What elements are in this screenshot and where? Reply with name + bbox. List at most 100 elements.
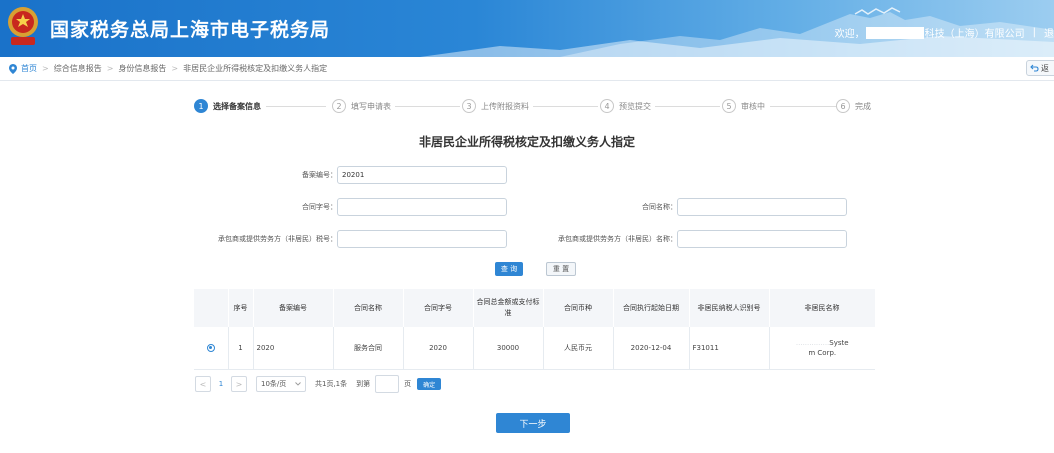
company-name: 科技（上海）有限公司 xyxy=(924,29,1025,40)
goto-label: 到第 xyxy=(356,380,371,388)
back-button[interactable]: 返 xyxy=(1026,60,1054,76)
step-label: 预览提交 xyxy=(619,101,651,111)
page-summary: 共1页,1条 xyxy=(315,380,348,388)
column-header: 备案编号 xyxy=(253,289,334,327)
obscured-name-text: ............... xyxy=(795,338,830,347)
step-label: 上传附报资料 xyxy=(481,101,529,111)
step-connector xyxy=(266,106,326,107)
step-label: 审核中 xyxy=(741,101,765,111)
breadcrumb: 首页 > 综合信息报告 > 身份信息报告 > 非居民企业所得税核定及扣缴义务人指… xyxy=(0,57,1054,81)
step-label: 完成 xyxy=(855,101,871,111)
header-separator: | xyxy=(1032,27,1036,38)
column-header: 合同执行起始日期 xyxy=(613,289,690,327)
prev-page-button[interactable]: < xyxy=(195,376,211,392)
progress-steps: 1 选择备案信息 2 填写申请表 3 上传附报资料 4 预览提交 5 审核中 6… xyxy=(194,99,875,115)
step-connector xyxy=(654,106,720,107)
provider-tax-id-input[interactable] xyxy=(337,230,507,248)
column-header: 非居民纳税人识别号 xyxy=(689,289,770,327)
table-cell: 2020 xyxy=(253,327,334,370)
step-6: 6 完成 xyxy=(836,99,875,113)
table-cell: 人民币元 xyxy=(543,327,614,370)
step-4: 4 预览提交 xyxy=(600,99,655,113)
step-number: 5 xyxy=(722,99,736,113)
step-1: 1 选择备案信息 xyxy=(194,99,265,113)
record-no-row: 备案编号： xyxy=(200,166,507,184)
page-size-value: 10条/页 xyxy=(261,380,287,388)
breadcrumb-separator-icon: > xyxy=(106,64,114,73)
table-row[interactable]: 1 2020 服务合同 2020 30000 人民币元 2020-12-04 F… xyxy=(194,327,875,370)
table-cell: 30000 xyxy=(473,327,544,370)
next-page-button[interactable]: > xyxy=(231,376,247,392)
site-header: 国家税务总局上海市电子税务局 欢迎， 科技（上海）有限公司 | 退 xyxy=(0,0,1054,57)
current-page-number[interactable]: 1 xyxy=(211,380,231,388)
table-cell: 1 xyxy=(228,327,254,370)
site-title: 国家税务总局上海市电子税务局 xyxy=(50,19,331,41)
provider-name-row: 承包商或提供劳务方（非居民）名称： xyxy=(540,230,847,248)
step-2: 2 填写申请表 xyxy=(332,99,395,113)
step-connector xyxy=(394,106,460,107)
column-header-select xyxy=(194,289,229,327)
step-number: 4 xyxy=(600,99,614,113)
column-header: 非居民名称 xyxy=(769,289,876,327)
table-cell: 服务合同 xyxy=(333,327,404,370)
contract-name-row: 合同名称： xyxy=(540,198,847,216)
record-table: 序号 备案编号 合同名称 合同字号 合同总金额或支付标准 合同币种 合同执行起始… xyxy=(194,289,876,370)
column-header: 合同名称 xyxy=(333,289,404,327)
location-pin-icon xyxy=(9,63,17,74)
welcome-prefix: 欢迎， xyxy=(834,29,865,40)
step-connector xyxy=(532,106,598,107)
chevron-down-icon xyxy=(295,382,301,386)
breadcrumb-item[interactable]: 身份信息报告 xyxy=(118,63,166,74)
step-number: 3 xyxy=(462,99,476,113)
table-cell: 2020-12-04 xyxy=(613,327,690,370)
back-button-label: 返 xyxy=(1041,63,1049,73)
column-header: 序号 xyxy=(228,289,254,327)
step-5: 5 审核中 xyxy=(722,99,769,113)
record-no-input[interactable] xyxy=(337,166,507,184)
column-header: 合同总金额或支付标准 xyxy=(473,289,544,327)
step-label: 填写申请表 xyxy=(351,101,391,111)
contract-no-label: 合同字号： xyxy=(302,203,337,211)
table-cell-nonresident-name: ...............Syste m Corp. xyxy=(769,327,875,370)
breadcrumb-separator-icon: > xyxy=(42,64,49,73)
reset-button[interactable]: 重 置 xyxy=(546,262,576,276)
query-button[interactable]: 查 询 xyxy=(495,262,523,276)
page-size-select[interactable]: 10条/页 xyxy=(256,376,306,392)
breadcrumb-current: 非居民企业所得税核定及扣缴义务人指定 xyxy=(183,64,328,73)
step-label: 选择备案信息 xyxy=(213,101,261,111)
contract-name-label: 合同名称： xyxy=(642,203,677,211)
goto-page-suffix: 页 xyxy=(404,380,412,388)
name-text: Syste xyxy=(829,338,849,347)
provider-tax-id-label: 承包商或提供劳务方（非居民）税号： xyxy=(218,235,337,243)
name-text: m Corp. xyxy=(808,348,837,357)
return-arrow-icon xyxy=(1030,64,1039,72)
goto-page-input[interactable] xyxy=(375,375,400,393)
redacted-company-name xyxy=(865,26,924,39)
step-number: 1 xyxy=(194,99,208,113)
next-step-button[interactable]: 下一步 xyxy=(496,413,570,433)
contract-no-row: 合同字号： xyxy=(200,198,507,216)
row-select-cell[interactable] xyxy=(194,327,229,370)
national-emblem-icon xyxy=(8,7,38,45)
contract-name-input[interactable] xyxy=(677,198,847,216)
record-no-label: 备案编号： xyxy=(302,171,337,179)
column-header: 合同字号 xyxy=(403,289,474,327)
step-3: 3 上传附报资料 xyxy=(462,99,533,113)
row-radio-button[interactable] xyxy=(206,343,215,352)
step-connector xyxy=(770,106,836,107)
table-cell: 2020 xyxy=(403,327,474,370)
goto-confirm-button[interactable]: 确定 xyxy=(417,378,442,390)
page-title: 非居民企业所得税核定及扣缴义务人指定 xyxy=(418,135,635,149)
step-number: 6 xyxy=(836,99,850,113)
user-welcome: 欢迎， 科技（上海）有限公司 | 退 xyxy=(835,25,1054,40)
table-cell: F31011 xyxy=(689,327,770,370)
contract-no-input[interactable] xyxy=(337,198,507,216)
breadcrumb-home[interactable]: 首页 xyxy=(21,63,37,74)
page: 国家税务总局上海市电子税务局 欢迎， 科技（上海）有限公司 | 退 首页 > 综… xyxy=(0,0,1054,453)
logout-link[interactable]: 退 xyxy=(1044,25,1054,40)
breadcrumb-item[interactable]: 综合信息报告 xyxy=(54,63,102,74)
provider-name-input[interactable] xyxy=(677,230,847,248)
step-number: 2 xyxy=(332,99,346,113)
column-header: 合同币种 xyxy=(543,289,614,327)
tax-id-row: 承包商或提供劳务方（非居民）税号： xyxy=(200,230,507,248)
